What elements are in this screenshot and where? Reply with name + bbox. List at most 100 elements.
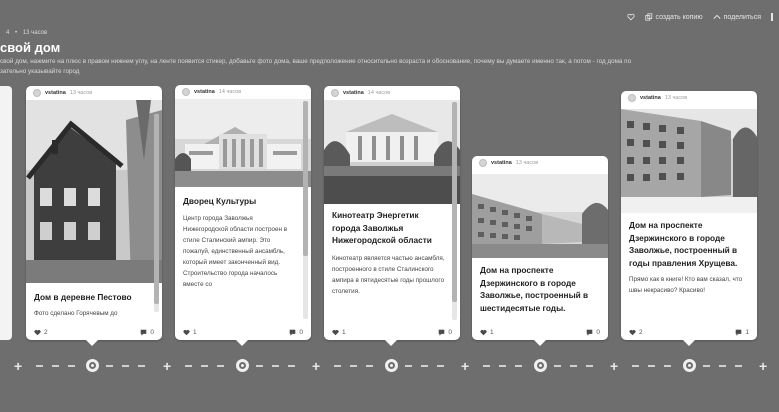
comment-icon — [439, 329, 445, 336]
timeline-node[interactable] — [236, 359, 249, 372]
like-button[interactable]: 2 — [34, 329, 48, 336]
post-card[interactable]: vstatina 13 часов Дом в деревне Пестово … — [26, 86, 162, 340]
heart-icon — [626, 13, 635, 21]
timeline-dash — [36, 365, 43, 367]
like-count: 2 — [44, 328, 48, 336]
heart-icon — [183, 329, 190, 335]
timeline-dash — [122, 365, 129, 367]
card-pointer — [385, 340, 397, 346]
timeline-dash — [586, 365, 593, 367]
post-author: vstatina — [343, 89, 364, 96]
post-text: Фото сделано Горячевым до — [34, 310, 118, 317]
post-footer: 1 0 — [472, 324, 608, 340]
comment-count: 1 — [745, 328, 749, 336]
post-card[interactable]: vstatina 13 часов Дом на проспекте Дзерж… — [621, 91, 757, 340]
post-header: vstatina 13 часов — [26, 86, 162, 99]
post-footer: 2 1 — [621, 324, 757, 340]
timeline-node[interactable] — [683, 359, 696, 372]
timeline-dash — [483, 365, 490, 367]
timeline-dash — [405, 365, 412, 367]
comment-button[interactable]: 0 — [140, 329, 154, 336]
timeline-dash — [288, 365, 295, 367]
post-photo-apartment-block[interactable] — [472, 174, 608, 258]
timeline-dash — [515, 365, 522, 367]
heart-icon — [34, 329, 41, 335]
avatar — [479, 158, 487, 167]
post-photo-cinema[interactable] — [324, 100, 460, 204]
timeline-dash — [334, 365, 341, 367]
copy-icon — [644, 13, 652, 21]
heart-icon — [480, 329, 487, 335]
post-author: vstatina — [194, 88, 215, 95]
card-scrollbar[interactable] — [303, 101, 308, 319]
like-count: 1 — [193, 328, 197, 336]
avatar — [33, 88, 41, 97]
comment-count: 0 — [150, 328, 154, 336]
comment-button[interactable]: 0 — [438, 329, 452, 336]
add-post-button[interactable]: + — [163, 357, 171, 375]
post-text: Прямо как в книге! Кто вам сказал, что ш… — [629, 276, 743, 294]
post-time: 13 часов — [69, 89, 93, 96]
post-title: Дом на проспекте Дзержинского в городе З… — [480, 265, 589, 313]
add-post-button[interactable]: + — [14, 357, 22, 375]
header-actions: создать копию поделиться — [626, 13, 773, 21]
add-post-button[interactable]: + — [759, 357, 767, 375]
post-header: vstatina 14 часов — [324, 86, 460, 99]
post-footer: 1 0 — [324, 324, 460, 340]
comment-button[interactable]: 0 — [289, 329, 303, 336]
comment-button[interactable]: 0 — [586, 329, 600, 336]
add-post-button[interactable]: + — [461, 357, 469, 375]
post-title: Дворец Культуры — [183, 196, 257, 206]
more-menu-button[interactable] — [771, 13, 773, 21]
timeline-dash — [703, 365, 710, 367]
card-scrollbar[interactable] — [452, 102, 457, 320]
post-photo-khrushchev-block[interactable] — [621, 109, 757, 213]
avatar — [331, 88, 339, 97]
scroll-thumb[interactable] — [154, 114, 159, 304]
timeline-dash — [272, 365, 279, 367]
comment-count: 0 — [596, 328, 600, 336]
share-board-button[interactable]: поделиться — [713, 13, 761, 21]
post-card[interactable]: vstatina 13 часов Дом на проспекте Дзерж… — [472, 156, 608, 340]
timeline-dash — [735, 365, 742, 367]
like-button[interactable]: 2 — [629, 329, 643, 336]
like-button[interactable]: 1 — [480, 329, 494, 336]
board-description: свой дом, нажмите на плюс в правом нижне… — [0, 58, 632, 75]
card-pointer — [683, 340, 695, 346]
post-time: 14 часов — [367, 89, 391, 96]
post-time: 13 часов — [664, 94, 688, 101]
timeline-dash — [437, 365, 444, 367]
post-card[interactable]: vstatina 14 часов Дворец Культуры Центр … — [175, 85, 311, 340]
timeline-dash — [52, 365, 59, 367]
add-post-button[interactable]: + — [312, 357, 320, 375]
timeline-dash — [421, 365, 428, 367]
timeline-node[interactable] — [86, 359, 99, 372]
comment-icon — [141, 329, 147, 336]
post-photo-palace-of-culture[interactable] — [175, 99, 311, 187]
card-scrollbar[interactable] — [154, 114, 159, 312]
post-photo-wooden-house[interactable] — [26, 100, 162, 283]
card-pointer — [86, 340, 98, 346]
comment-count: 0 — [448, 328, 452, 336]
timeline-dash — [570, 365, 577, 367]
timeline-dash — [499, 365, 506, 367]
copy-board-button[interactable]: создать копию — [644, 13, 703, 21]
add-post-button[interactable]: + — [610, 357, 618, 375]
post-header: vstatina 13 часов — [472, 156, 608, 169]
scroll-thumb[interactable] — [303, 101, 308, 256]
timeline-dash — [106, 365, 113, 367]
post-card[interactable]: vstatina 14 часов Кинотеатр Энергетик го… — [324, 86, 460, 340]
comment-icon — [290, 329, 296, 336]
like-board-button[interactable] — [626, 13, 635, 21]
scroll-thumb[interactable] — [452, 102, 457, 302]
timeline-node[interactable] — [534, 359, 547, 372]
comment-icon — [736, 329, 742, 336]
post-title: Дом на проспекте Дзержинского в городе З… — [629, 220, 738, 268]
like-button[interactable]: 1 — [183, 329, 197, 336]
timeline: + + + + + + — [0, 356, 779, 376]
post-footer: 1 0 — [175, 324, 311, 340]
comment-button[interactable]: 1 — [735, 329, 749, 336]
like-button[interactable]: 1 — [332, 329, 346, 336]
timeline-node[interactable] — [385, 359, 398, 372]
timeline-dash — [138, 365, 145, 367]
